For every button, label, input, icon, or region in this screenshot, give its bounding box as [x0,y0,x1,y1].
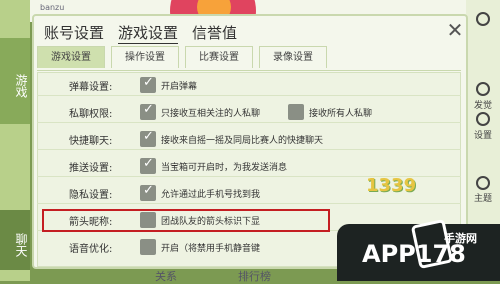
quick-chat-checkbox[interactable]: ✓ [140,129,156,147]
row-label: 隐私设置: [69,190,113,201]
subtab-bar: 游戏设置 操作设置 比赛设置 录像设置 [37,46,461,71]
row-label: 语音优化: [69,244,113,255]
username: banzu [40,3,65,12]
bottom-tab-relations[interactable]: 关系 [155,268,177,284]
row-private-chat: 私聊权限: ✓ 只接收互相关注的人私聊 接收所有人私聊 [37,101,461,123]
theme-icon[interactable] [476,176,490,190]
tab-account-settings[interactable]: 账号设置 [44,22,104,43]
check-icon: ✓ [143,129,154,144]
watermark-site: 手游网 [444,232,477,245]
subtab-control-settings[interactable]: 操作设置 [111,46,179,68]
option-label: 只接收互相关注的人私聊 [161,109,261,119]
left-tab-game[interactable]: 游戏 [0,38,30,124]
row-push: 推送设置: ✓ 当宝箱可开启时，为我发送消息 [37,155,461,177]
check-icon: ✓ [143,102,154,117]
check-icon: ✓ [143,156,154,171]
option-label: 开启（将禁用手机静音键 [161,244,261,254]
side-label-discover: 发觉 [473,101,492,111]
option-label: 当宝箱可开启时，为我发送消息 [161,163,288,173]
target-icon[interactable] [476,82,490,96]
push-checkbox[interactable]: ✓ [140,156,156,174]
option-label: 开启弹幕 [161,82,198,92]
highlight-annotation [42,209,330,232]
subtab-match-settings[interactable]: 比赛设置 [185,46,253,68]
row-danmaku: 弹幕设置: ✓ 开启弹幕 [37,74,461,96]
check-icon: ✓ [143,183,154,198]
close-icon[interactable]: ✕ [445,20,465,40]
watermark-bubble: 1339 [366,175,417,196]
side-label-settings: 设置 [473,131,492,141]
row-label: 快捷聊天: [69,136,113,147]
voice-optimization-checkbox[interactable] [140,239,156,255]
danmaku-checkbox[interactable]: ✓ [140,75,156,93]
subtab-replay-settings[interactable]: 录像设置 [259,46,327,68]
bottom-tab-ranking[interactable]: 排行榜 [238,268,271,284]
row-label: 推送设置: [69,163,113,174]
all-users-checkbox[interactable] [288,104,304,120]
tab-game-settings[interactable]: 游戏设置 [118,22,179,44]
check-icon: ✓ [143,75,154,90]
privacy-checkbox[interactable]: ✓ [140,183,156,201]
option-label: 接收所有人私聊 [309,109,373,119]
side-label-theme: 主题 [473,194,492,204]
row-quick-chat: 快捷聊天: ✓ 接收来自摇一摇及同局比赛人的快捷聊天 [37,128,461,150]
row-label: 弹幕设置: [69,82,113,93]
mutual-follow-checkbox[interactable]: ✓ [140,102,156,120]
tab-reputation[interactable]: 信誉值 [192,22,237,43]
option-label: 接收来自摇一摇及同局比赛人的快捷聊天 [161,136,324,146]
gear-icon[interactable] [476,112,490,126]
option-label: 允许通过此手机号找到我 [161,190,261,200]
subtab-game-settings[interactable]: 游戏设置 [37,46,105,68]
row-label: 私聊权限: [69,109,113,120]
clock-icon[interactable] [476,12,490,26]
left-tab-chat[interactable]: 聊天 [0,210,30,270]
